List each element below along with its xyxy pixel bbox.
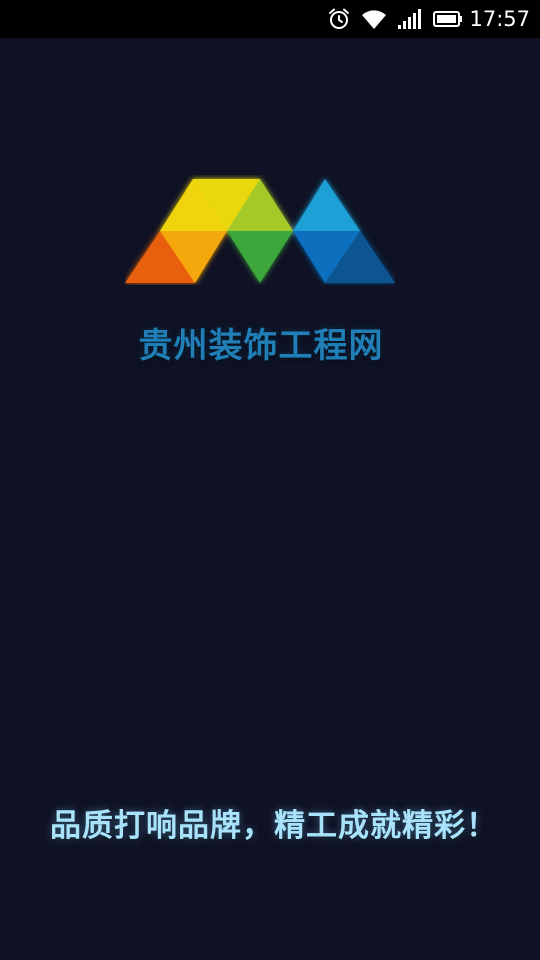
slogan-text: 品质打响品牌，精工成就精彩！	[50, 808, 498, 844]
status-bar: 17:57	[0, 0, 540, 38]
signal-icon	[397, 8, 423, 30]
status-icons: 17:57	[317, 0, 530, 38]
splash-screen: 17:57 贵州装饰工程网 品质打响品牌，精工成就精彩！	[0, 0, 540, 960]
battery-icon	[433, 10, 463, 28]
wifi-icon	[361, 8, 387, 30]
brand-logo-icon	[125, 179, 395, 283]
brand-name: 贵州装饰工程网	[138, 326, 384, 366]
alarm-icon	[327, 7, 351, 31]
status-time: 17:57	[469, 7, 530, 31]
